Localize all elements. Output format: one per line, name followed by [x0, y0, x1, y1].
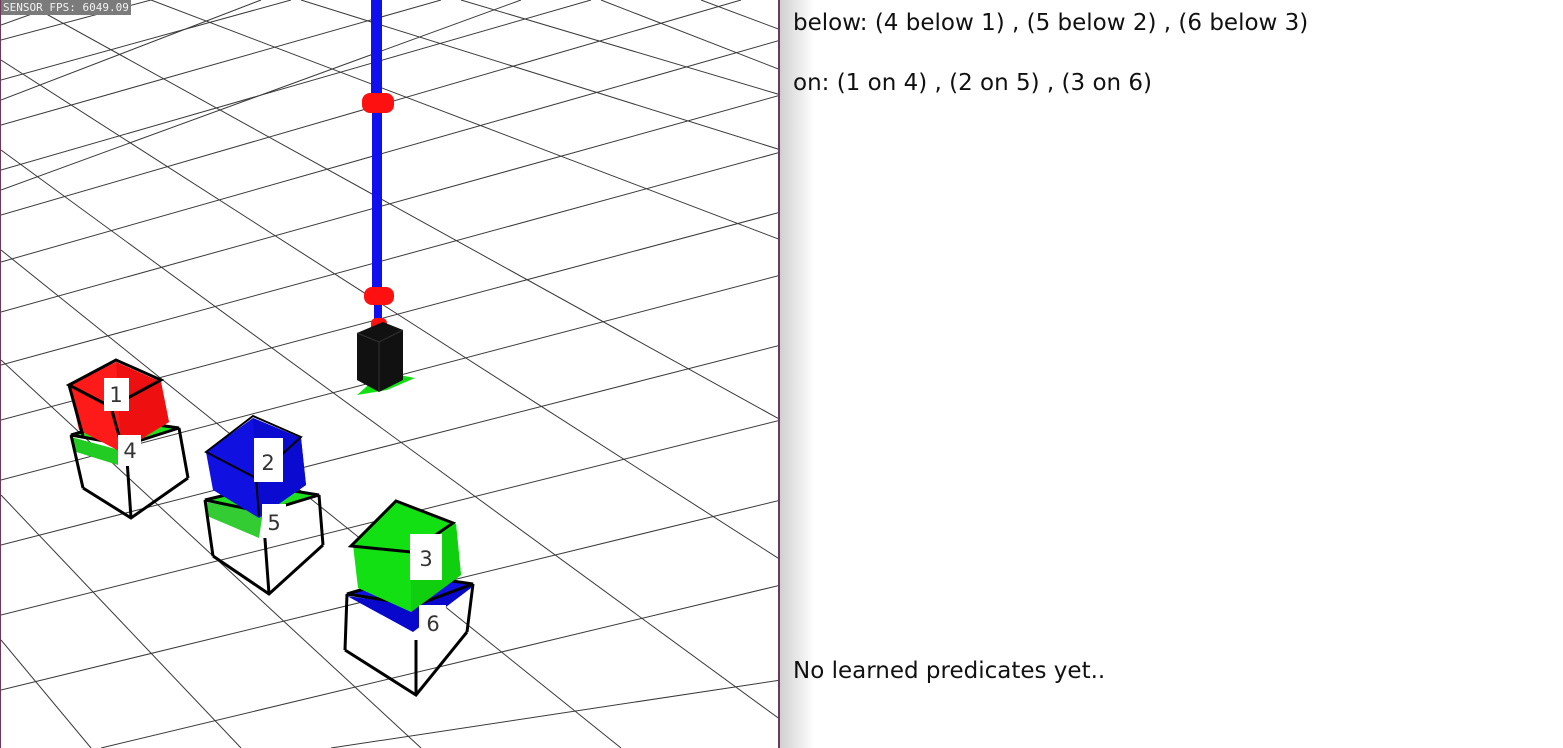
block-label-4: 4 — [123, 439, 136, 463]
sensor-fps-readout: SENSOR FPS: 6049.09 — [1, 0, 131, 15]
scene-3d-render: 1 4 2 5 3 6 — [1, 0, 780, 748]
panel-shadow — [780, 0, 814, 748]
grid-line — [700, 0, 780, 31]
arm-joint — [362, 93, 394, 113]
on-predicates-text: on: (1 on 4) , (2 on 5) , (3 on 6) — [793, 70, 1153, 96]
block-stack-1-4: 1 4 — [65, 358, 190, 520]
grid-line — [1, 39, 780, 263]
block-label-5: 5 — [267, 511, 280, 535]
block-label-2: 2 — [261, 451, 274, 475]
grid-line — [330, 679, 780, 748]
grid-line — [460, 0, 780, 96]
grid-line — [1, 639, 92, 748]
grid-line — [1, 59, 780, 560]
below-predicates-text: below: (4 below 1) , (5 below 2) , (6 be… — [793, 10, 1309, 36]
grid-line — [1, 494, 242, 748]
gripper — [357, 322, 403, 392]
arm-joint — [364, 287, 394, 305]
grid-line — [600, 0, 780, 71]
arm-column — [372, 110, 382, 300]
grid-line — [1, 0, 592, 171]
block-stack-2-5: 2 5 — [203, 414, 325, 596]
grid-line — [1, 94, 780, 313]
block-stack-3-6: 3 6 — [343, 499, 475, 697]
simulation-viewport[interactable]: 1 4 2 5 3 6 SENSOR FPS: 6049.09 — [0, 0, 780, 748]
block-label-3: 3 — [419, 547, 432, 571]
grid-line — [1, 0, 522, 191]
block-label-1: 1 — [109, 383, 122, 407]
learned-predicates-text: No learned predicates yet.. — [793, 658, 1106, 684]
predicates-panel: below: (4 below 1) , (5 below 2) , (6 be… — [780, 0, 1563, 748]
block-label-6: 6 — [426, 612, 439, 636]
grid-line — [1, 249, 622, 748]
